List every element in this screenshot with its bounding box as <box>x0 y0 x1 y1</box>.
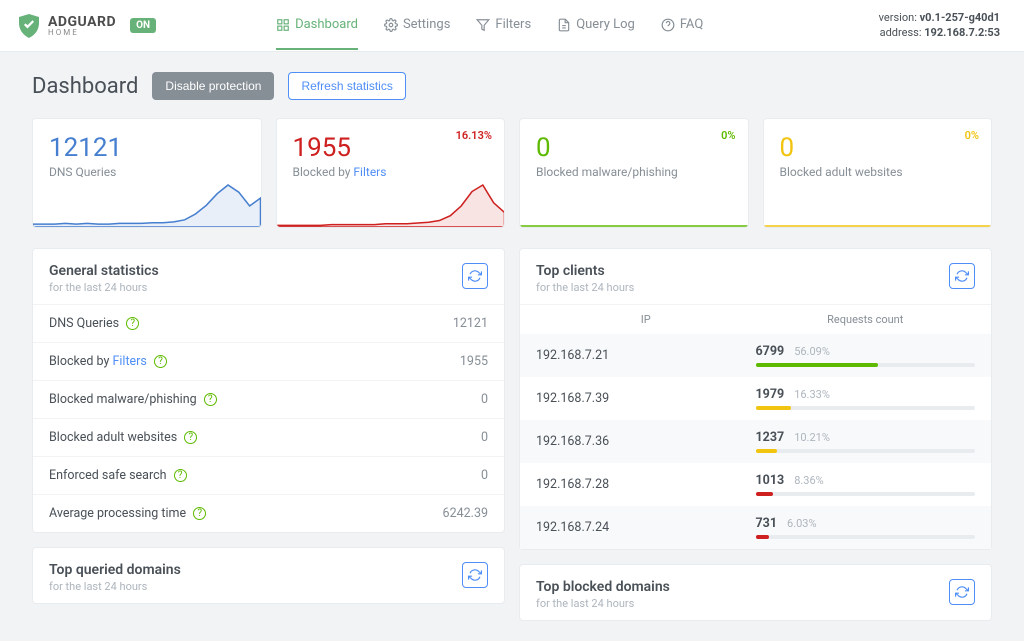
nav-querylog[interactable]: Query Log <box>557 1 635 50</box>
help-icon[interactable]: ? <box>174 469 187 482</box>
panel-top-clients: Top clientsfor the last 24 hours IPReque… <box>519 248 992 550</box>
client-row: 192.168.7.216799 56.09% <box>520 334 991 377</box>
stat-row-adult: Blocked adult websites ?0 <box>33 418 504 456</box>
client-count: 6799 <box>756 344 785 359</box>
client-bar <box>756 363 976 367</box>
refresh-queried-button[interactable] <box>462 562 488 588</box>
nav-faq[interactable]: FAQ <box>661 1 703 50</box>
client-ip: 192.168.7.39 <box>536 391 756 406</box>
client-bar <box>756 492 976 496</box>
brand-logo: ADGUARD HOME ON <box>16 13 156 39</box>
stat-cards: 12121DNS Queries 16.13% 1955Blocked by F… <box>32 118 992 228</box>
client-bar <box>756 449 976 453</box>
brand-sub: HOME <box>48 29 116 37</box>
client-row: 192.168.7.361237 10.21% <box>520 420 991 463</box>
stat-row-avgtime: Average processing time ?6242.39 <box>33 494 504 532</box>
client-ip: 192.168.7.28 <box>536 477 756 492</box>
refresh-blocked-button[interactable] <box>949 579 975 605</box>
client-row: 192.168.7.391979 16.33% <box>520 377 991 420</box>
refresh-icon <box>468 568 482 582</box>
shield-icon <box>16 13 42 39</box>
help-icon[interactable]: ? <box>126 317 139 330</box>
client-bar <box>756 535 976 539</box>
stat-row-dns: DNS Queries ?12121 <box>33 304 504 342</box>
disable-protection-button[interactable]: Disable protection <box>152 72 274 100</box>
panel-top-queried: Top queried domainsfor the last 24 hours <box>32 547 505 604</box>
panel-top-blocked: Top blocked domainsfor the last 24 hours <box>519 564 992 621</box>
brand-name: ADGUARD <box>48 15 116 29</box>
help-icon <box>661 18 675 32</box>
client-bar <box>756 406 976 410</box>
help-icon[interactable]: ? <box>193 507 206 520</box>
status-badge: ON <box>130 18 156 33</box>
server-meta: version: v0.1-257-g40d1 address: 192.168… <box>879 11 1000 40</box>
sparkline-malware <box>520 181 748 227</box>
stat-row-malware: Blocked malware/phishing ?0 <box>33 380 504 418</box>
client-row: 192.168.7.281013 8.36% <box>520 463 991 506</box>
client-pct: 10.21% <box>794 431 830 444</box>
refresh-general-button[interactable] <box>462 263 488 289</box>
nav-settings[interactable]: Settings <box>384 1 450 50</box>
sparkline-dns <box>33 181 261 227</box>
app-header: ADGUARD HOME ON Dashboard Settings Filte… <box>0 0 1024 52</box>
client-pct: 56.09% <box>794 345 830 358</box>
stat-row-blocked: Blocked by Filters ?1955 <box>33 342 504 380</box>
client-ip: 192.168.7.36 <box>536 434 756 449</box>
client-count: 731 <box>756 516 778 531</box>
card-blocked-filters: 16.13% 1955Blocked by Filters <box>276 118 506 228</box>
refresh-icon <box>468 269 482 283</box>
stat-row-safesearch: Enforced safe search ?0 <box>33 456 504 494</box>
client-ip: 192.168.7.24 <box>536 520 756 535</box>
client-row: 192.168.7.24731 6.03% <box>520 506 991 549</box>
client-count: 1979 <box>756 387 785 402</box>
client-ip: 192.168.7.21 <box>536 348 756 363</box>
main-nav: Dashboard Settings Filters Query Log FAQ <box>276 1 703 50</box>
client-count: 1237 <box>756 430 785 445</box>
card-blocked-malware: 0% 0Blocked malware/phishing <box>519 118 749 228</box>
help-icon[interactable]: ? <box>154 355 167 368</box>
page-title: Dashboard <box>32 74 138 99</box>
card-blocked-adult: 0% 0Blocked adult websites <box>763 118 993 228</box>
client-pct: 6.03% <box>787 517 817 530</box>
help-icon[interactable]: ? <box>184 431 197 444</box>
page-header: Dashboard Disable protection Refresh sta… <box>32 72 992 100</box>
nav-dashboard[interactable]: Dashboard <box>276 1 358 50</box>
nav-filters[interactable]: Filters <box>476 1 531 50</box>
refresh-statistics-button[interactable]: Refresh statistics <box>288 72 405 100</box>
client-count: 1013 <box>756 473 785 488</box>
document-icon <box>557 18 571 32</box>
card-dns-queries: 12121DNS Queries <box>32 118 262 228</box>
filter-icon <box>476 18 490 32</box>
dashboard-icon <box>276 18 290 32</box>
clients-table-header: IPRequests count <box>520 304 991 334</box>
refresh-clients-button[interactable] <box>949 263 975 289</box>
client-pct: 16.33% <box>794 388 830 401</box>
sparkline-adult <box>764 181 992 227</box>
help-icon[interactable]: ? <box>204 393 217 406</box>
client-pct: 8.36% <box>794 474 824 487</box>
gear-icon <box>384 18 398 32</box>
sparkline-blocked <box>277 181 505 227</box>
refresh-icon <box>955 585 969 599</box>
filters-link[interactable]: Filters <box>112 354 146 369</box>
panel-general-stats: General statisticsfor the last 24 hours … <box>32 248 505 533</box>
filters-link[interactable]: Filters <box>353 165 386 179</box>
refresh-icon <box>955 269 969 283</box>
